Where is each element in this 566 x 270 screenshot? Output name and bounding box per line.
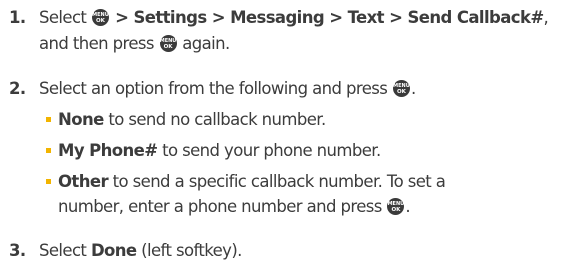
option-name: Other bbox=[58, 172, 109, 191]
step-2-line-1: Select an option from the following and … bbox=[39, 76, 416, 101]
step-text: Select bbox=[39, 241, 91, 260]
bullet-icon bbox=[46, 148, 51, 153]
step-number: 1. bbox=[9, 8, 26, 27]
option-name: None bbox=[58, 110, 104, 129]
option-name: My Phone# bbox=[58, 141, 158, 160]
step-text: Select an option from the following and … bbox=[39, 79, 392, 98]
step-number: 2. bbox=[9, 79, 26, 98]
option-line: My Phone# to send your phone number. bbox=[58, 138, 381, 163]
option-line-2: number, enter a phone number and press M… bbox=[58, 194, 411, 219]
step-text: . bbox=[410, 79, 416, 98]
option-line: Other to send a specific callback number… bbox=[58, 169, 446, 194]
option-text: to send no callback number. bbox=[103, 110, 326, 129]
step-3-line-1: Select Done (left softkey). bbox=[39, 238, 242, 263]
menu-path: > Settings > Messaging > Text > Send Cal… bbox=[109, 8, 544, 27]
menu-ok-key-icon: MENU OK bbox=[387, 198, 405, 215]
softkey-name: Done bbox=[90, 241, 137, 260]
menu-ok-key-icon: MENU OK bbox=[392, 80, 410, 97]
step-1-line-1: Select MENU OK > Settings > Messaging > T… bbox=[39, 5, 549, 30]
step-text: and then press bbox=[39, 34, 159, 53]
option-text: to send a specific callback number. To s… bbox=[108, 172, 446, 191]
bullet-icon bbox=[46, 117, 51, 122]
option-text: to send your phone number. bbox=[157, 141, 381, 160]
step-text: Select bbox=[39, 8, 91, 27]
step-number: 3. bbox=[9, 241, 26, 260]
step-text: again. bbox=[177, 34, 230, 53]
step-1-line-2: and then press MENU OK again. bbox=[39, 31, 230, 56]
instructions-page: 1. Select MENU OK > Settings > Messaging … bbox=[0, 0, 566, 270]
menu-ok-key-icon: MENU OK bbox=[91, 9, 109, 26]
step-text: (left softkey). bbox=[136, 241, 242, 260]
option-line: None to send no callback number. bbox=[58, 107, 326, 132]
bullet-icon bbox=[46, 179, 51, 184]
menu-ok-key-icon: MENU OK bbox=[159, 35, 177, 52]
option-text: number, enter a phone number and press bbox=[58, 197, 387, 216]
option-text: . bbox=[405, 197, 411, 216]
step-text: , bbox=[543, 8, 549, 27]
